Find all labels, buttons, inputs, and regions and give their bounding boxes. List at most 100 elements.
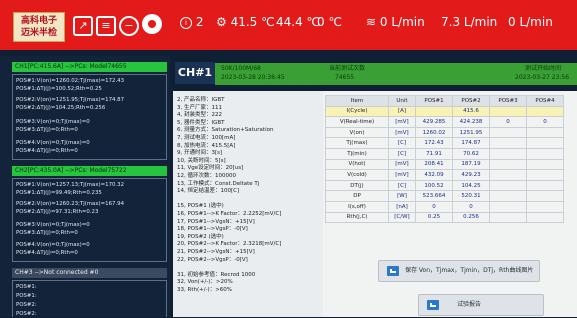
table-cell-item: V(on): [325, 126, 389, 139]
ch1-header[interactable]: CH1[PC:415.6A] -->PCs: Model74655: [12, 62, 167, 72]
param-line: 32, Von(+/-)：>20%: [177, 279, 233, 286]
param-line: 2, 产品名称：IGBT: [177, 97, 225, 103]
ch3-results-box: POS#1: POS#1: POS#2: POS#2:: [12, 280, 167, 317]
param-line: 5, 器件类型：IGBT: [177, 119, 225, 126]
table-cell-pos1: 71.91: [415, 147, 453, 160]
chart-icon: [387, 266, 399, 276]
table-cell-pos4: [526, 179, 564, 192]
table-cell-item: DT(j): [325, 179, 389, 192]
table-cell-unit: [mV]: [388, 126, 416, 139]
table-cell-pos3: [489, 179, 527, 192]
ch2-header[interactable]: CH2[PC:435.0A] -->PCs: Model75722: [12, 166, 167, 176]
table-cell-pos1: 1260.02: [415, 126, 453, 139]
table-row: DT(j) [C] 100.52 104.25: [325, 179, 564, 192]
table-cell-item: Tj(min): [325, 147, 389, 160]
save-curves-button[interactable]: 保存 Von，Tjmax，Tjmin，DTj，Rth曲线图片: [378, 260, 540, 282]
record-button[interactable]: [142, 14, 162, 34]
ch2-line: POS#2:V(on)=1260.23;Tj(max)=167.94: [16, 201, 125, 207]
table-cell-pos3: [489, 169, 527, 181]
table-cell-unit: [mV]: [388, 158, 416, 171]
channel-count: 2: [195, 15, 204, 29]
ch1-line: POS#4:V(on)=0;Tj(max)=0: [16, 140, 90, 146]
table-cell-pos2: 187.19: [452, 158, 490, 171]
ch1-line: POS#2:V(on)=1251.95;Tj(max)=174.87: [16, 97, 125, 103]
ch1-line: POS#2:ΔTj(j)=104.25;Rth=0.256: [16, 105, 106, 111]
table-cell-unit: [C]: [388, 147, 416, 160]
channel-status-bar: 50K/100M/68 2023-03-28 20:36:45 当前测试次数 7…: [215, 63, 577, 85]
start-time-label: 测试开始时间: [525, 65, 562, 72]
company-logo: 高科电子 迈米半检: [13, 12, 65, 42]
param-line: 9, 开通时间：3[s]: [177, 150, 223, 157]
param-line: 3, 生产厂家：111: [177, 104, 222, 111]
table-row: V(Real-time) [mV] 429.285 424.238 0 0: [325, 116, 564, 128]
ch3-line: POS#1:: [16, 284, 37, 290]
table-cell-pos2: 104.25: [452, 179, 490, 192]
ch2-line: POS#1:V(on)=1257.13;Tj(max)=170.32: [16, 182, 125, 188]
info-icon: i: [180, 17, 192, 29]
export-button[interactable]: ↗: [73, 16, 93, 36]
table-row: V(cold) [mV] 432.09 429.23: [325, 169, 564, 181]
temperature-2: 44.4 ℃: [276, 15, 321, 29]
table-cell-item: Rth(j,C): [325, 211, 389, 224]
ch1-line: POS#4:ΔTj(j)=0;Rth=0: [16, 148, 78, 154]
table-cell-pos2: 520.31: [452, 190, 490, 202]
table-cell-pos3: [489, 200, 527, 213]
report-button[interactable]: 试验报告: [418, 294, 544, 316]
ch1-results-box: POS#1:V(on)=1260.02;Tj(max)=172.43 POS#1…: [12, 74, 167, 160]
table-cell-pos4: [526, 190, 564, 202]
table-cell-pos2: 424.238: [452, 116, 490, 128]
param-line: 11, Vge设定时间：20[us]: [177, 165, 244, 172]
table-cell-pos1: 172.43: [415, 137, 453, 149]
ch2-results-box: POS#1:V(on)=1257.13;Tj(max)=170.32 POS#1…: [12, 178, 167, 262]
param-line: 7, 测试电流：100[mA]: [177, 135, 236, 141]
table-header-row: Item Unit POS#1 POS#2 POS#3 POS#4: [325, 95, 564, 107]
param-line: 13, 工作模式：Const.Deltate Tj: [177, 180, 260, 187]
minimize-button[interactable]: −: [119, 16, 139, 36]
channel-label: CH#1: [175, 62, 215, 84]
table-cell-item: I(s,off): [325, 200, 389, 213]
table-cell-pos4: 0: [526, 116, 564, 128]
table-cell-pos4: [526, 158, 564, 171]
table-cell-pos3: [489, 137, 527, 149]
table-row: Tj(min) [C] 71.91 70.62: [325, 147, 564, 160]
param-line: 8, 加热电流：415.5[A]: [177, 142, 236, 149]
table-row: V(hot) [mV] 208.41 187.19: [325, 158, 564, 171]
table-cell-pos2: 415.6: [452, 105, 490, 118]
table-cell-pos4: [526, 126, 564, 139]
ch2-line: POS#4:V(on)=0;Tj(max)=0: [16, 242, 90, 248]
temperature-1: ⚙ 41.5 ℃: [216, 15, 275, 29]
table-cell-pos3: [489, 190, 527, 202]
table-cell-unit: [C/W]: [388, 211, 416, 224]
list-button[interactable]: ≡: [96, 16, 116, 36]
ch2-line: POS#4:ΔTj(j)=0;Rth=0: [16, 250, 78, 256]
param-line: 18, POS#1-->VgsP：-0[V]: [177, 226, 248, 233]
table-row: Tj(max) [C] 172.43 174.87: [325, 137, 564, 149]
table-cell-unit: [W]: [388, 190, 416, 202]
param-line: 22, POS#2-->VgsP：-0[V]: [177, 256, 248, 263]
param-line: 20, POS#2-->K Factor：2.3218[mV/C]: [177, 241, 282, 248]
table-cell-pos1: 432.09: [415, 169, 453, 181]
channel-indicator: i 2: [180, 14, 203, 30]
param-line: 6, 测量方式：Saturation+Saturation: [177, 127, 274, 134]
wave-icon: ≋: [366, 15, 377, 29]
gear-icon: ⚙: [216, 15, 227, 29]
ch2-line: POS#1:ΔTj(j)=99.49;Rth=0.235: [16, 190, 102, 196]
table-cell-pos1: 0.25: [415, 211, 453, 224]
table-row: Rth(j,C) [C/W] 0.25 0.256: [325, 211, 564, 224]
table-cell-unit: [C]: [388, 179, 416, 192]
table-cell-pos4: [526, 137, 564, 149]
ch2-line: POS#3:V(on)=0;Tj(max)=0: [16, 222, 90, 228]
table-cell-item: I(Cycle): [325, 105, 389, 118]
param-line: 4, 封装类型：222: [177, 112, 222, 119]
param-line: 33, Rth(+/-)：>60%: [177, 287, 233, 293]
ch3-line: POS#1:: [16, 293, 37, 299]
param-line: 15, POS#1 (选中): [177, 203, 224, 210]
ch3-header[interactable]: CH#3 -->Not connected #0: [12, 268, 167, 278]
status-timestamp: 2023-03-28 20:36:45: [221, 74, 285, 81]
table-cell-unit: [nA]: [388, 200, 416, 213]
table-cell-pos2: 1251.95: [452, 126, 490, 139]
table-row: DP [W] 523.664 520.31: [325, 190, 564, 202]
table-cell-pos2: 70.62: [452, 147, 490, 160]
table-cell-pos3: [489, 147, 527, 160]
table-cell-unit: [mV]: [388, 116, 416, 128]
